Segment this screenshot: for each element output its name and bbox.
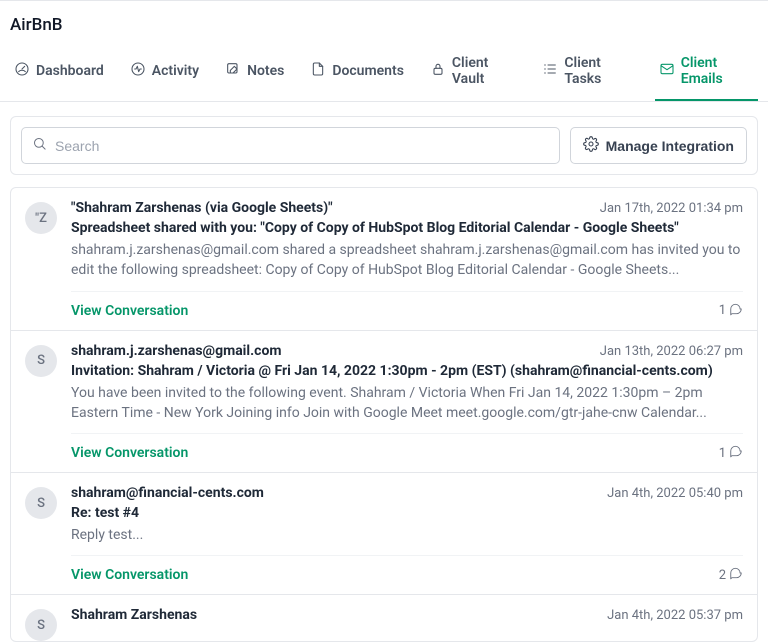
- email-sender: shahram@financial-cents.com: [71, 485, 264, 501]
- message-count: 1: [719, 302, 743, 320]
- tab-notes[interactable]: Notes: [221, 45, 288, 101]
- tab-bar: Dashboard Activity Notes Documents Clien…: [0, 45, 768, 102]
- email-sender: shahram.j.zarshenas@gmail.com: [71, 343, 281, 359]
- avatar: S: [25, 345, 57, 377]
- tab-dashboard[interactable]: Dashboard: [10, 45, 108, 101]
- message-count: 2: [719, 566, 743, 584]
- avatar: "Z: [25, 202, 57, 234]
- search-input[interactable]: [55, 138, 549, 154]
- tab-activity[interactable]: Activity: [126, 45, 203, 101]
- edit-icon: [225, 61, 241, 81]
- email-item: "Z "Shahram Zarshenas (via Google Sheets…: [11, 188, 757, 330]
- tab-label: Notes: [247, 63, 284, 79]
- email-subject: Spreadsheet shared with you: "Copy of Co…: [71, 220, 743, 236]
- tab-label: Activity: [152, 63, 199, 79]
- tab-label: Client Vault: [452, 55, 517, 87]
- tab-client-vault[interactable]: Client Vault: [426, 45, 521, 101]
- lock-icon: [430, 61, 446, 81]
- search-input-wrap[interactable]: [21, 127, 560, 164]
- comment-icon: [729, 302, 743, 320]
- tab-documents[interactable]: Documents: [306, 45, 408, 101]
- email-list: "Z "Shahram Zarshenas (via Google Sheets…: [10, 187, 758, 642]
- email-preview: shahram.j.zarshenas@gmail.com shared a s…: [71, 240, 743, 281]
- email-timestamp: Jan 4th, 2022 05:40 pm: [607, 486, 743, 501]
- list-icon: [542, 61, 558, 81]
- email-subject: Re: test #4: [71, 505, 743, 521]
- comment-icon: [729, 566, 743, 584]
- avatar: S: [25, 609, 57, 641]
- tab-label: Client Tasks: [564, 55, 632, 87]
- email-sender: Shahram Zarshenas: [71, 607, 197, 623]
- email-preview: You have been invited to the following e…: [71, 383, 743, 424]
- manage-label: Manage Integration: [606, 138, 734, 154]
- email-subject: Invitation: Shahram / Victoria @ Fri Jan…: [71, 363, 743, 379]
- email-timestamp: Jan 17th, 2022 01:34 pm: [600, 201, 743, 216]
- email-preview: Reply test...: [71, 525, 743, 545]
- tab-client-tasks[interactable]: Client Tasks: [538, 45, 636, 101]
- file-icon: [310, 61, 326, 81]
- view-conversation-link[interactable]: View Conversation: [71, 303, 188, 319]
- tab-label: Client Emails: [681, 55, 754, 87]
- tab-client-emails[interactable]: Client Emails: [655, 45, 758, 101]
- view-conversation-link[interactable]: View Conversation: [71, 567, 188, 583]
- email-sender: "Shahram Zarshenas (via Google Sheets)": [71, 200, 333, 216]
- tab-label: Dashboard: [36, 63, 104, 79]
- activity-icon: [130, 61, 146, 81]
- view-conversation-link[interactable]: View Conversation: [71, 445, 188, 461]
- email-item: S Shahram Zarshenas Jan 4th, 2022 05:37 …: [11, 594, 757, 641]
- manage-integration-button[interactable]: Manage Integration: [570, 127, 747, 164]
- email-timestamp: Jan 4th, 2022 05:37 pm: [607, 608, 743, 623]
- email-item: S shahram.j.zarshenas@gmail.com Jan 13th…: [11, 330, 757, 473]
- search-icon: [32, 136, 47, 155]
- tab-label: Documents: [332, 63, 404, 79]
- page-title: AirBnB: [0, 1, 768, 45]
- gear-icon: [583, 136, 599, 155]
- toolbar: Manage Integration: [10, 116, 758, 175]
- mail-icon: [659, 61, 675, 81]
- avatar: S: [25, 487, 57, 519]
- email-item: S shahram@financial-cents.com Jan 4th, 2…: [11, 472, 757, 594]
- email-timestamp: Jan 13th, 2022 06:27 pm: [600, 344, 743, 359]
- gauge-icon: [14, 61, 30, 81]
- message-count: 1: [719, 444, 743, 462]
- comment-icon: [729, 444, 743, 462]
